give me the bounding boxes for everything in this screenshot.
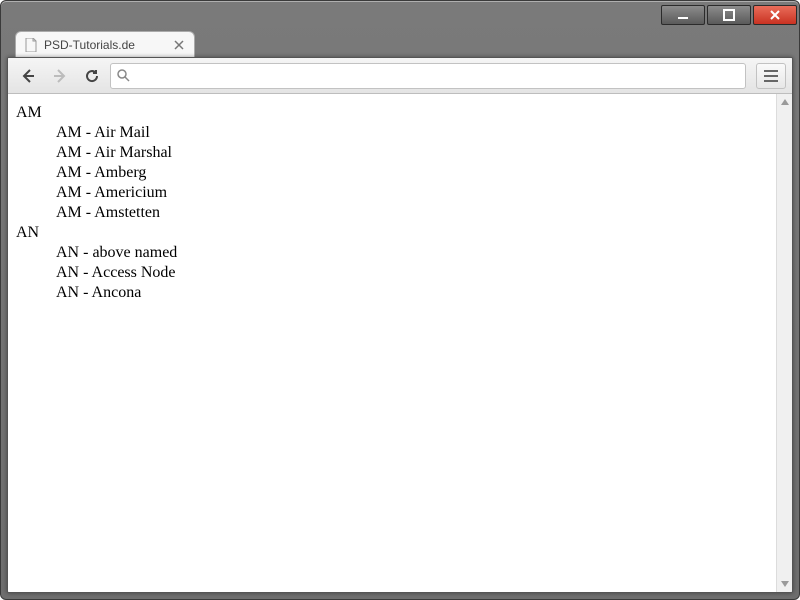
- chevron-down-icon: [781, 581, 789, 587]
- vertical-scrollbar[interactable]: [776, 94, 792, 592]
- browser-menu-button[interactable]: [756, 63, 786, 89]
- address-bar[interactable]: [110, 63, 746, 89]
- arrow-right-icon: [51, 67, 69, 85]
- forward-button[interactable]: [46, 63, 74, 89]
- maximize-icon: [723, 9, 735, 21]
- address-input[interactable]: [134, 65, 739, 87]
- close-icon: [769, 9, 781, 21]
- tab-strip: PSD-Tutorials.de: [1, 29, 799, 57]
- scroll-track[interactable]: [777, 110, 792, 576]
- tab-title: PSD-Tutorials.de: [44, 38, 172, 52]
- browser-toolbar: [8, 58, 792, 94]
- scroll-down-button[interactable]: [777, 576, 792, 592]
- hamburger-icon: [764, 70, 778, 82]
- term-definition: AM - Amstetten: [56, 204, 768, 222]
- term-definition: AM - Air Mail: [56, 124, 768, 142]
- reload-button[interactable]: [78, 63, 106, 89]
- chevron-up-icon: [781, 99, 789, 105]
- back-button[interactable]: [14, 63, 42, 89]
- page-viewport: AM AM - Air Mail AM - Air Marshal AM - Ambe…: [8, 94, 776, 592]
- term-heading: AM: [16, 104, 768, 122]
- window-maximize-button[interactable]: [707, 5, 751, 25]
- minimize-icon: [677, 9, 689, 21]
- search-icon: [117, 69, 130, 82]
- term-definition: AM - Americium: [56, 184, 768, 202]
- reload-icon: [84, 68, 100, 84]
- scroll-up-button[interactable]: [777, 94, 792, 110]
- term-definition: AN - Ancona: [56, 284, 768, 302]
- window-minimize-button[interactable]: [661, 5, 705, 25]
- close-icon: [174, 40, 184, 50]
- window-titlebar: [1, 1, 799, 29]
- browser-tab[interactable]: PSD-Tutorials.de: [15, 31, 195, 57]
- definition-list: AM AM - Air Mail AM - Air Marshal AM - Ambe…: [16, 104, 768, 302]
- window-close-button[interactable]: [753, 5, 797, 25]
- page-favicon-icon: [24, 38, 38, 52]
- arrow-left-icon: [19, 67, 37, 85]
- term-heading: AN: [16, 224, 768, 242]
- term-definition: AM - Air Marshal: [56, 144, 768, 162]
- browser-body: AM AM - Air Mail AM - Air Marshal AM - Ambe…: [7, 57, 793, 593]
- term-definition: AM - Amberg: [56, 164, 768, 182]
- term-definition: AN - Access Node: [56, 264, 768, 282]
- browser-window: PSD-Tutorials.de: [0, 0, 800, 600]
- term-definition: AN - above named: [56, 244, 768, 262]
- tab-close-button[interactable]: [172, 38, 186, 52]
